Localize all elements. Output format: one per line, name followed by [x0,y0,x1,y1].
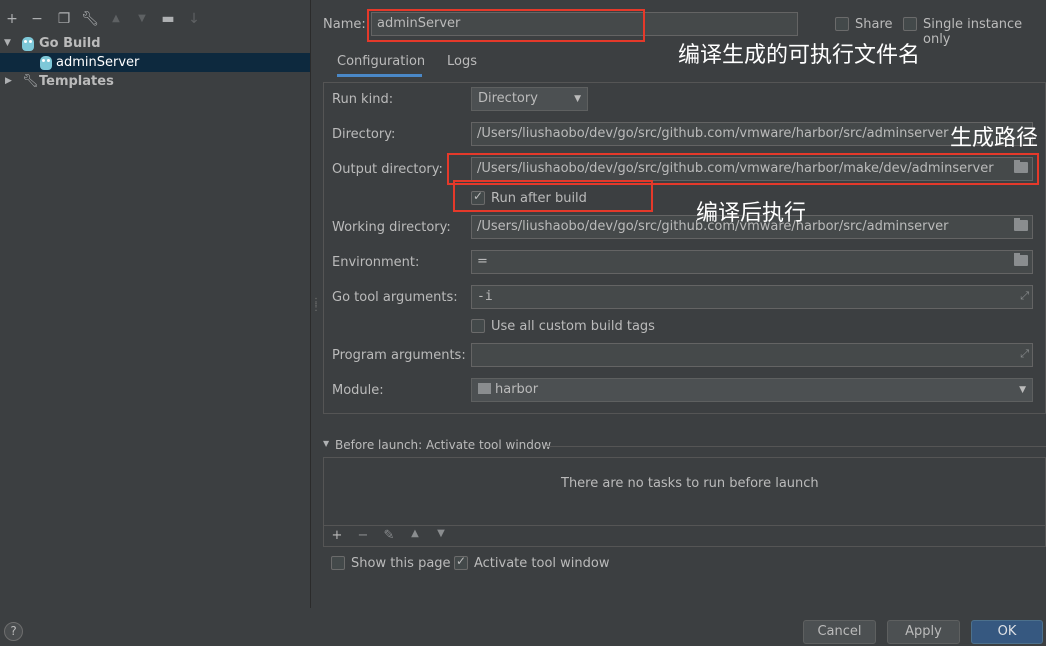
folder-icon[interactable] [1014,253,1028,266]
highlight-box-name [367,9,645,42]
tree-item-label: adminServer [56,55,140,70]
directory-value: /Users/liushaobo/dev/go/src/github.com/v… [477,126,949,141]
tab-configuration[interactable]: Configuration [337,55,425,77]
tree-group-go-build[interactable]: ▼ Go Build [0,34,310,53]
single-instance-label: Single instance only [923,17,1023,47]
copy-icon[interactable]: ❐ [55,10,73,28]
directory-input[interactable]: /Users/liushaobo/dev/go/src/github.com/v… [471,122,1033,146]
program-arguments-label: Program arguments: [332,348,466,363]
program-arguments-input[interactable]: ⤢ [471,343,1033,367]
annotation-run: 编译后执行 [696,201,807,226]
configurations-tree-panel: + − ❐ 🔧︎ ▲ ▼ ▬ ↓ ▼ Go Build adminServer … [0,0,311,608]
activate-tool-window-label: Activate tool window [474,556,610,571]
minus-icon[interactable]: − [28,10,46,28]
tree-item-adminserver[interactable]: adminServer [0,53,310,72]
name-label: Name: [323,17,366,32]
tree-group-templates[interactable]: ▶ 🔧︎ Templates [0,72,310,91]
chevron-down-icon: ▼ [1019,385,1026,395]
before-launch-title: Before launch: Activate tool window [335,438,552,452]
apply-button[interactable]: Apply [887,620,960,644]
wrench-icon[interactable]: 🔧︎ [81,10,99,28]
splitter-handle[interactable]: ⋮ ⋮ [311,298,321,316]
chevron-down-icon: ▼ [574,94,581,104]
gopher-icon [22,37,34,51]
run-kind-label: Run kind: [332,92,394,107]
environment-label: Environment: [332,255,420,270]
environment-input[interactable]: = [471,250,1033,274]
expand-icon[interactable]: ⤢ [1020,347,1029,361]
go-tool-arguments-label: Go tool arguments: [332,290,458,305]
gopher-icon [40,56,52,70]
divider [547,446,1046,447]
module-icon [478,383,491,394]
annotation-name: 编译生成的可执行文件名 [678,43,921,68]
highlight-box-run-after-build [453,180,653,212]
arrow-down-icon[interactable]: ▼ [133,10,151,28]
go-tool-arguments-value: -i [477,289,493,304]
folder-add-icon[interactable]: ▬ [159,10,177,28]
activate-tool-window-checkbox[interactable] [454,554,468,570]
pencil-icon[interactable]: ✎ [382,528,396,543]
module-value: harbor [495,382,539,397]
custom-build-tags-label: Use all custom build tags [491,319,655,334]
share-label: Share [855,17,893,32]
plus-icon[interactable]: + [330,528,344,543]
module-label: Module: [332,383,384,398]
module-select[interactable]: harbor ▼ [471,378,1033,402]
custom-build-tags-checkbox[interactable] [471,319,485,333]
tree-templates-label: Templates [39,74,114,89]
plus-icon[interactable]: + [3,10,21,28]
directory-label: Directory: [332,127,396,142]
run-kind-select[interactable]: Directory ▼ [471,87,588,111]
wrench-icon: 🔧︎ [22,74,39,89]
show-page-checkbox[interactable] [331,556,345,570]
collapse-icon[interactable]: ▼ [323,439,329,448]
tree-group-label: Go Build [39,36,101,51]
arrow-up-icon[interactable]: ▲ [408,528,422,539]
ok-button[interactable]: OK [971,620,1043,644]
folder-icon[interactable] [1014,218,1028,231]
arrow-down-icon[interactable]: ▼ [434,528,448,539]
tab-logs[interactable]: Logs [447,55,477,77]
output-directory-label: Output directory: [332,162,443,177]
share-checkbox[interactable] [835,17,849,31]
divider [323,525,1046,526]
show-page-label: Show this page [351,556,451,571]
arrow-up-icon[interactable]: ▲ [107,10,125,28]
chevron-right-icon[interactable]: ▶ [5,72,15,91]
chevron-down-icon[interactable]: ▼ [4,34,14,53]
run-kind-value: Directory [478,91,538,106]
before-launch-task-list [323,457,1046,547]
minus-icon[interactable]: − [356,528,370,543]
help-button[interactable]: ? [4,622,23,641]
working-directory-label: Working directory: [332,220,451,235]
cancel-button[interactable]: Cancel [803,620,876,644]
environment-value: = [477,254,488,269]
expand-icon[interactable]: ⤢ [1020,289,1029,303]
go-tool-arguments-input[interactable]: -i ⤢ [471,285,1033,309]
sort-icon[interactable]: ↓ [185,10,203,28]
single-instance-checkbox[interactable] [903,17,917,31]
annotation-output: 生成路径 [950,126,1039,151]
empty-tasks-text: There are no tasks to run before launch [561,476,819,491]
